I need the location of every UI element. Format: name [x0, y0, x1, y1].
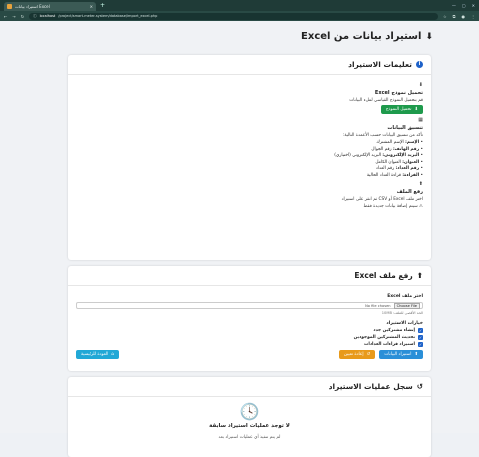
instructions-card: i تعليمات الاستيراد ⬇ تحميل نموذج Excel …	[68, 55, 431, 260]
checkbox-checked-icon[interactable]: ✓	[418, 328, 423, 333]
download-template-button[interactable]: ⬇ تحميل النموذج	[380, 105, 423, 114]
warning-icon: ⚠	[419, 203, 423, 209]
browser-tab[interactable]: استيراد بيانات Excel ×	[4, 2, 96, 11]
options-title: خيارات الاستيراد	[386, 321, 423, 326]
import-button[interactable]: ⬆ استيراد البيانات	[379, 350, 423, 359]
list-item: القراءة: قراءة العداد الحالية	[76, 173, 423, 178]
list-item: العنوان: العنوان الكامل	[76, 160, 423, 165]
format-title: تنسيق البيانات	[387, 125, 423, 131]
url-host: localhost	[39, 14, 56, 18]
upload-title: رفع الملف	[396, 188, 423, 195]
option-update-subscribers[interactable]: ✓ تحديث المشتركين الموجودين	[76, 335, 423, 340]
upload-icon: ⬆	[418, 180, 423, 187]
upload-warning: ⚠ سيتم إضافة بيانات جديدة فقط	[363, 203, 423, 209]
url-field[interactable]: ⓘ localhost/project/smart-meter-system/d…	[29, 12, 439, 20]
table-icon: ▦	[418, 117, 423, 123]
upload-text: اختر ملف Excel أو CSV ثم انقر على استيرا…	[341, 196, 423, 202]
instructions-heading: i تعليمات الاستيراد	[68, 55, 431, 75]
back-icon[interactable]: ←	[4, 14, 7, 19]
option-create-subscribers[interactable]: ✓ إنشاء مشتركين جدد	[76, 328, 423, 333]
upload-heading: ⬆ رفع ملف Excel	[68, 266, 431, 286]
history-icon: ↺	[416, 382, 423, 391]
fields-list: الإسم: الإسم المشترك رقم الهاتف: رقم الج…	[76, 140, 423, 178]
maximize-icon[interactable]: ▢	[462, 3, 466, 8]
page: ⬇ استيراد بيانات من Excel i تعليمات الاس…	[0, 21, 479, 457]
file-status: No file chosen	[365, 303, 391, 308]
template-title: تحميل نموذج Excel	[374, 90, 423, 96]
format-text: تأكد من تنسيق البيانات حسب الأعمدة التال…	[342, 133, 423, 138]
file-hint: الحد الأقصى للملف: 10MB	[381, 311, 423, 315]
bookmark-icon[interactable]: ☆	[443, 14, 447, 19]
site-info-icon[interactable]: ⓘ	[33, 14, 37, 19]
extensions-icon[interactable]: ⧉	[453, 14, 456, 19]
file-label: اختر ملف Excel	[387, 294, 423, 299]
undo-icon: ↺	[366, 352, 371, 357]
clock-history-icon: 🕓	[239, 402, 260, 421]
download-icon: ⬇	[414, 107, 418, 112]
checkbox-checked-icon[interactable]: ✓	[418, 342, 423, 347]
upload-icon: ⬆	[414, 352, 418, 357]
close-window-icon[interactable]: ✕	[472, 3, 475, 8]
forward-icon[interactable]: →	[12, 14, 15, 19]
new-tab-button[interactable]: +	[100, 2, 105, 9]
file-input[interactable]: Choose File No file chosen	[76, 302, 423, 309]
page-title: ⬇ استيراد بيانات من Excel	[301, 31, 433, 42]
checkbox-checked-icon[interactable]: ✓	[418, 335, 423, 340]
list-item: رقم العداد: رقم العداد	[76, 166, 423, 171]
list-item: البريد الإلكتروني: البريد الإلكتروني (اخ…	[76, 153, 423, 158]
list-item: رقم الهاتف: رقم الجوال	[76, 147, 423, 152]
tab-title: استيراد بيانات Excel	[15, 4, 50, 9]
home-button[interactable]: ⌂ العودة للرئيسية	[76, 350, 120, 359]
history-empty-state: 🕓 لا توجد عمليات استيراد سابقة لم يتم تن…	[68, 397, 431, 440]
history-heading: ↺ سجل عمليات الاستيراد	[68, 377, 431, 397]
template-text: قم بتحميل النموذج القياسي لملء البيانات	[349, 98, 423, 103]
url-path: /project/smart-meter-system/database/imp…	[58, 14, 158, 18]
history-card: ↺ سجل عمليات الاستيراد 🕓 لا توجد عمليات …	[68, 377, 431, 457]
upload-icon: ⬆	[416, 271, 423, 280]
info-icon: i	[416, 61, 423, 68]
empty-title: لا توجد عمليات استيراد سابقة	[209, 423, 290, 429]
download-icon: ⬇	[418, 82, 423, 88]
list-item: الإسم: الإسم المشترك	[76, 140, 423, 145]
option-import-readings[interactable]: ✓ استيراد قراءات العدادات	[76, 342, 423, 347]
favicon-icon	[7, 4, 12, 9]
reset-button[interactable]: ↺ إعادة تعيين	[338, 350, 376, 359]
home-icon: ⌂	[111, 352, 115, 357]
reload-icon[interactable]: ↻	[21, 14, 24, 19]
choose-file-button[interactable]: Choose File	[393, 302, 420, 309]
address-bar-row: ← → ↻ ⓘ localhost/project/smart-meter-sy…	[0, 11, 479, 21]
menu-icon[interactable]: ⋮	[471, 14, 475, 19]
profile-icon[interactable]: ●	[462, 14, 466, 19]
file-import-icon: ⬇	[425, 31, 433, 42]
empty-text: لم يتم تنفيذ أي عمليات استيراد بعد	[218, 435, 281, 440]
tab-close-icon[interactable]: ×	[90, 4, 93, 9]
upload-card: ⬆ رفع ملف Excel اختر ملف Excel Choose Fi…	[68, 266, 431, 371]
minimize-icon[interactable]: —	[452, 3, 456, 8]
browser-tab-bar: استيراد بيانات Excel × + — ▢ ✕	[0, 0, 479, 11]
